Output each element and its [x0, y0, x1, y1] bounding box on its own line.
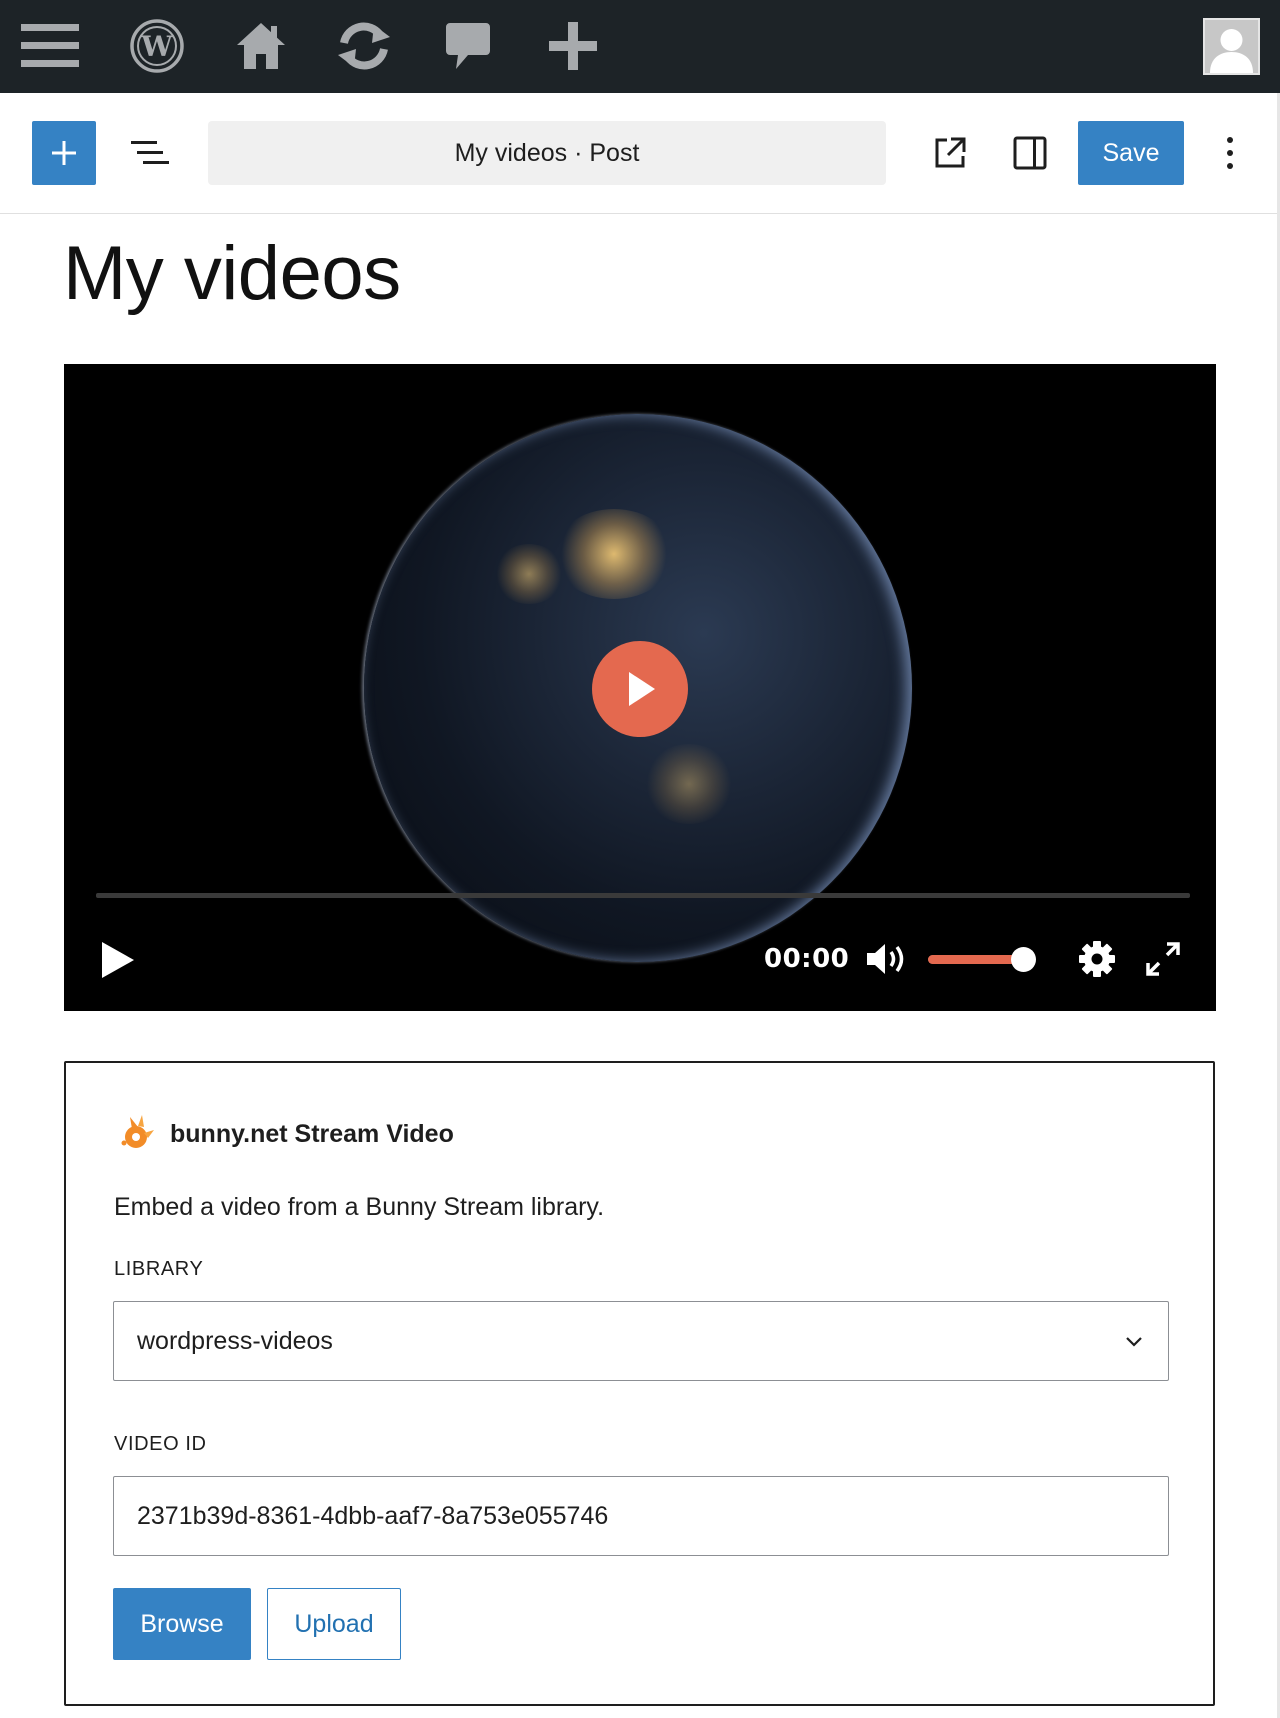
post-title[interactable]: My videos: [63, 230, 401, 317]
block-description: Embed a video from a Bunny Stream librar…: [114, 1193, 605, 1221]
document-title: My videos · Post: [454, 138, 640, 167]
city-lights: [644, 744, 734, 824]
play-icon[interactable]: [98, 938, 138, 982]
current-time: 00:00: [764, 944, 850, 974]
chevron-down-icon: [1126, 1337, 1142, 1347]
home-icon[interactable]: [226, 14, 296, 78]
library-label: LIBRARY: [114, 1258, 204, 1280]
user-avatar[interactable]: [1203, 18, 1260, 75]
settings-sidebar-button[interactable]: [998, 121, 1062, 185]
list-view-icon: [131, 141, 169, 164]
library-select-value: wordpress-videos: [137, 1327, 333, 1355]
volume-handle[interactable]: [1011, 947, 1037, 972]
view-post-button[interactable]: [918, 121, 982, 185]
new-content-icon[interactable]: [538, 14, 608, 78]
more-options-button[interactable]: [1198, 121, 1262, 185]
menu-icon[interactable]: [15, 14, 85, 78]
wordpress-logo-icon[interactable]: W: [122, 14, 192, 78]
save-button[interactable]: Save: [1078, 121, 1184, 185]
document-title-bar[interactable]: My videos · Post: [208, 121, 886, 185]
browse-button[interactable]: Browse: [113, 1588, 251, 1660]
video-id-input[interactable]: [113, 1476, 1169, 1556]
city-lights: [554, 509, 674, 599]
list-view-button[interactable]: [118, 121, 182, 185]
city-lights: [494, 544, 564, 604]
admin-bar: W: [0, 0, 1280, 93]
video-player[interactable]: 00:00: [64, 364, 1216, 1011]
settings-icon[interactable]: [1077, 939, 1117, 979]
progress-bar[interactable]: [96, 893, 1190, 898]
svg-text:W: W: [140, 30, 173, 63]
play-icon: [629, 672, 655, 706]
comments-icon[interactable]: [433, 14, 503, 78]
library-select[interactable]: wordpress-videos: [113, 1301, 1169, 1381]
sidebar-toggle-icon: [1013, 136, 1047, 170]
plus-icon: [52, 141, 76, 165]
more-options-icon: [1227, 137, 1233, 169]
video-id-label: VIDEO ID: [114, 1433, 207, 1455]
bunny-logo-icon: [121, 1115, 154, 1148]
block-title: bunny.net Stream Video: [170, 1120, 454, 1148]
editor-header: My videos · Post Save: [0, 93, 1280, 214]
fullscreen-icon[interactable]: [1145, 941, 1181, 977]
volume-icon[interactable]: [865, 941, 909, 977]
bunny-stream-block[interactable]: bunny.net Stream Video Embed a video fro…: [64, 1061, 1215, 1706]
volume-level: [928, 955, 1024, 964]
volume-slider[interactable]: [928, 947, 1037, 972]
block-inserter-button[interactable]: [32, 121, 96, 185]
external-link-icon: [935, 137, 966, 168]
updates-icon[interactable]: [329, 14, 399, 78]
upload-button[interactable]: Upload: [267, 1588, 401, 1660]
big-play-button[interactable]: [592, 641, 688, 737]
